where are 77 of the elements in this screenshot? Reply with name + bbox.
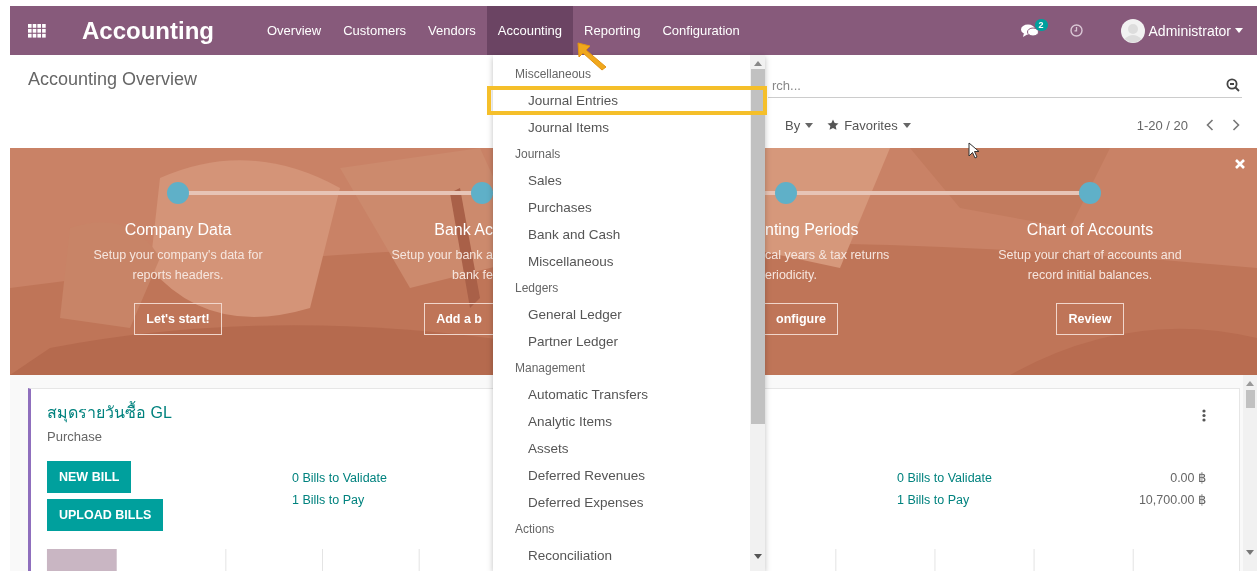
nav-menu-item[interactable]: Accounting bbox=[486, 6, 574, 55]
step-button[interactable]: Review bbox=[1056, 303, 1124, 335]
clock-icon[interactable] bbox=[1069, 24, 1083, 37]
breadcrumb: Accounting Overview bbox=[28, 69, 198, 91]
step-description: Setup your chart of accounts and bbox=[998, 247, 1182, 264]
message-count-badge: 2 bbox=[1034, 18, 1048, 31]
journal-action-button[interactable]: NEW BILL bbox=[47, 461, 132, 493]
menu-item[interactable]: Automatic Transfers bbox=[493, 381, 750, 408]
previous-icon[interactable] bbox=[1206, 119, 1214, 131]
menu-item[interactable]: Assets bbox=[493, 435, 750, 462]
step-description: cal years & tax returns bbox=[765, 247, 890, 264]
stat-link[interactable]: 1 Bills to Pay bbox=[897, 489, 970, 511]
menu-item[interactable]: Miscellaneous bbox=[493, 248, 750, 275]
stat-link[interactable]: 0 Bills to Validate bbox=[897, 467, 992, 489]
scroll-thumb[interactable] bbox=[1245, 390, 1255, 408]
nav-menu-item[interactable]: Configuration bbox=[651, 6, 751, 55]
journal-type: Purchase bbox=[47, 429, 103, 444]
menu-item[interactable]: Journal Items bbox=[493, 114, 750, 141]
step-description: bank fe bbox=[452, 267, 493, 284]
step-description: eriodicity. bbox=[765, 267, 817, 284]
user-menu[interactable]: Administrator bbox=[1120, 18, 1243, 43]
journal-action-button[interactable]: UPLOAD BILLS bbox=[47, 499, 164, 531]
menu-item[interactable]: Analytic Items bbox=[493, 408, 750, 435]
step-title: Chart of Accounts bbox=[1026, 221, 1154, 239]
menu-item[interactable]: Bank and Cash bbox=[493, 221, 750, 248]
stat-amount: 0.00 ฿ bbox=[1170, 470, 1206, 487]
stat-link[interactable]: 1 Bills to Pay bbox=[292, 489, 365, 511]
menu-item[interactable]: Reconciliation bbox=[493, 542, 750, 569]
step-title: Company Data bbox=[124, 221, 232, 239]
arrow-pointer-icon bbox=[576, 41, 608, 71]
close-icon[interactable] bbox=[1235, 159, 1245, 169]
caret-icon bbox=[902, 122, 911, 128]
step-description: record initial balances. bbox=[1027, 267, 1153, 284]
nav-menu-item[interactable]: Overview bbox=[256, 6, 333, 55]
menu-section-heading: Miscellaneous bbox=[514, 66, 593, 83]
mouse-cursor-icon bbox=[968, 142, 980, 160]
caret-icon bbox=[1235, 28, 1243, 33]
app-title: Accounting bbox=[82, 16, 214, 45]
nav-menu-item[interactable]: Customers bbox=[332, 6, 418, 55]
filter-dropdown[interactable]: By bbox=[785, 117, 814, 133]
scroll-down-icon[interactable] bbox=[1246, 550, 1254, 555]
menu-item[interactable]: Purchases bbox=[493, 194, 750, 221]
chat-icon bbox=[1020, 23, 1039, 38]
pager-value: 1-20 / 20 bbox=[1136, 117, 1188, 133]
menu-item[interactable]: Sales bbox=[493, 167, 750, 194]
menu-section-heading: Journals bbox=[514, 146, 562, 163]
menu-item[interactable]: General Ledger bbox=[493, 301, 750, 328]
step-description: Setup your company's data for bbox=[93, 247, 263, 264]
scroll-down-icon[interactable] bbox=[753, 554, 762, 559]
step-title: Bank Ac bbox=[434, 221, 493, 239]
scroll-up-icon[interactable] bbox=[1246, 381, 1254, 386]
step-title: nting Periods bbox=[765, 221, 859, 239]
step-description: Setup your bank a bbox=[391, 247, 493, 264]
menu-item[interactable]: Deferred Expenses bbox=[493, 489, 750, 516]
apps-menu-icon[interactable] bbox=[28, 23, 46, 38]
avatar-icon bbox=[1120, 18, 1145, 43]
menu-scrollbar[interactable] bbox=[750, 55, 765, 571]
menu-section-heading: Actions bbox=[514, 521, 556, 538]
page-scrollbar[interactable] bbox=[1243, 375, 1257, 571]
scroll-up-icon[interactable] bbox=[753, 61, 762, 66]
menu-section-heading: Ledgers bbox=[514, 280, 560, 297]
menu-item[interactable]: Partner Ledger bbox=[493, 328, 750, 355]
menu-section-heading: Management bbox=[514, 360, 587, 377]
filter-dropdown[interactable]: Favorites bbox=[827, 117, 911, 133]
nav-menu-item[interactable]: Reporting bbox=[573, 6, 652, 55]
scroll-thumb[interactable] bbox=[750, 69, 765, 424]
menu-item[interactable]: Deferred Revenues bbox=[493, 462, 750, 489]
next-icon[interactable] bbox=[1232, 119, 1240, 131]
nav-menu-item[interactable]: Vendors bbox=[417, 6, 487, 55]
step-button[interactable]: Let's start! bbox=[134, 303, 222, 335]
journal-title[interactable]: สมุดรายวันซื้อ GL bbox=[47, 400, 172, 425]
caret-icon bbox=[805, 122, 814, 128]
more-options-icon[interactable] bbox=[1202, 409, 1206, 422]
stat-amount: 10,700.00 ฿ bbox=[1138, 492, 1206, 509]
menu-item[interactable]: Journal Entries bbox=[493, 87, 750, 114]
step-description: reports headers. bbox=[132, 267, 224, 284]
stat-link[interactable]: 0 Bills to Validate bbox=[292, 467, 387, 489]
